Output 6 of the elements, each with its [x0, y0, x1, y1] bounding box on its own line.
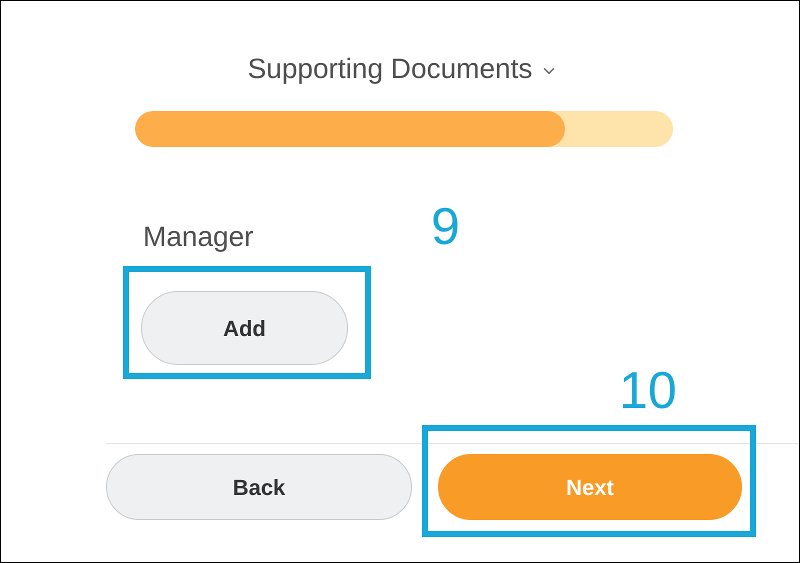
field-label: Manager	[143, 221, 254, 253]
step-number: 10	[619, 361, 677, 421]
page-title[interactable]: Supporting Documents	[248, 48, 532, 90]
back-button[interactable]: Back	[106, 454, 412, 520]
step-number: 9	[431, 197, 460, 257]
add-button[interactable]: Add	[141, 291, 348, 365]
